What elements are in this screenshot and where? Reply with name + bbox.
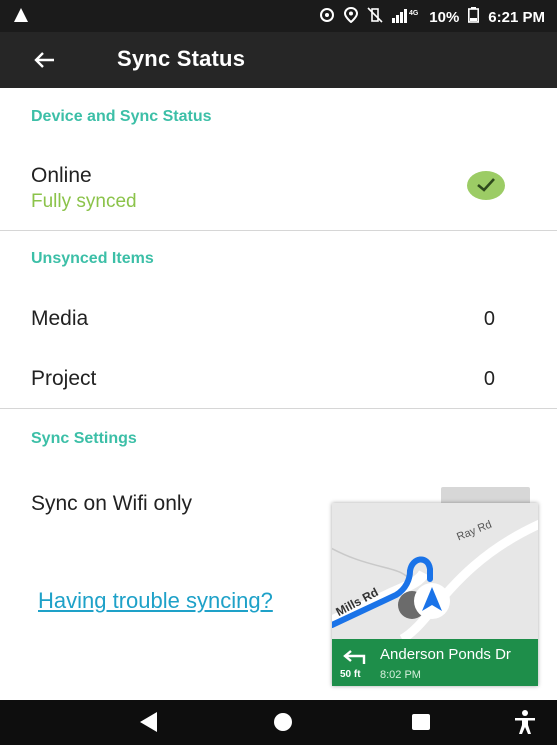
sync-status-detail: Fully synced bbox=[31, 191, 137, 212]
location-icon bbox=[344, 6, 359, 27]
app-bar: Sync Status bbox=[0, 32, 557, 88]
status-icons: 4G 10% 6:21 PM bbox=[319, 6, 545, 27]
nav-recents-button[interactable] bbox=[411, 713, 431, 736]
back-button[interactable] bbox=[28, 44, 60, 76]
section-header-sync-settings: Sync Settings bbox=[31, 430, 137, 447]
sync-icon bbox=[319, 7, 335, 27]
trouble-syncing-link[interactable]: Having trouble syncing? bbox=[38, 588, 332, 614]
next-turn-banner: Anderson Ponds Dr 50 ft 8:02 PM bbox=[332, 639, 538, 686]
check-circle-icon bbox=[467, 171, 505, 200]
unsynced-project-count: 0 bbox=[483, 368, 495, 390]
next-turn-street: Anderson Ponds Dr bbox=[380, 646, 511, 663]
accessibility-button[interactable] bbox=[513, 709, 537, 740]
vibrate-off-icon bbox=[367, 7, 383, 27]
network-type: 4G bbox=[409, 10, 419, 17]
unsynced-project-label: Project bbox=[31, 367, 97, 390]
connection-status-label: Online bbox=[31, 164, 92, 187]
navigation-overlay[interactable]: Ray Rd Mills Rd Anderson Ponds Dr 50 ft … bbox=[332, 503, 538, 686]
nav-back-button[interactable] bbox=[138, 711, 158, 738]
status-bar: 4G 10% 6:21 PM bbox=[0, 0, 557, 32]
divider bbox=[0, 408, 557, 409]
turn-left-icon bbox=[340, 648, 366, 669]
signal-icon: 4G bbox=[392, 7, 420, 27]
unsynced-media-count: 0 bbox=[483, 308, 495, 330]
battery-percent: 10% bbox=[429, 8, 460, 26]
clock: 6:21 PM bbox=[488, 8, 545, 26]
nav-home-button[interactable] bbox=[273, 712, 293, 737]
circle-home-icon bbox=[274, 713, 292, 731]
page-title: Sync Status bbox=[117, 46, 246, 71]
navigation-arrow-icon bbox=[14, 8, 28, 27]
accessibility-icon bbox=[515, 710, 535, 734]
unsynced-media-label: Media bbox=[31, 307, 89, 330]
system-nav-bar bbox=[0, 700, 557, 745]
battery-icon bbox=[468, 7, 480, 27]
divider bbox=[0, 230, 557, 231]
turn-distance: 50 ft bbox=[340, 669, 361, 680]
sync-wifi-only-label: Sync on Wifi only bbox=[31, 492, 193, 515]
section-header-device-sync: Device and Sync Status bbox=[31, 108, 212, 125]
triangle-back-icon bbox=[140, 712, 157, 732]
square-recents-icon bbox=[412, 714, 430, 730]
navigation-map bbox=[332, 503, 538, 639]
arrival-time: 8:02 PM bbox=[380, 669, 421, 681]
arrow-left-icon bbox=[34, 52, 54, 68]
section-header-unsynced: Unsynced Items bbox=[31, 250, 154, 267]
